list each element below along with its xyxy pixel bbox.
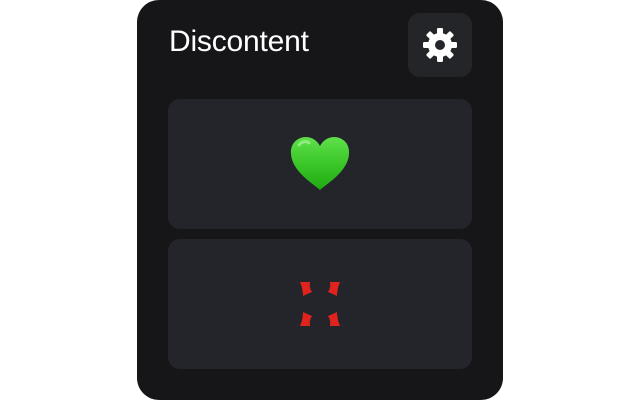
green-heart-icon [288,135,352,193]
app-title: Discontent [169,25,309,58]
anger-reaction-button[interactable] [168,239,472,369]
extension-popup-panel: Discontent [137,0,503,400]
gear-icon [420,25,460,65]
settings-button[interactable] [408,13,472,77]
like-reaction-button[interactable] [168,99,472,229]
anger-symbol-icon [295,279,345,329]
